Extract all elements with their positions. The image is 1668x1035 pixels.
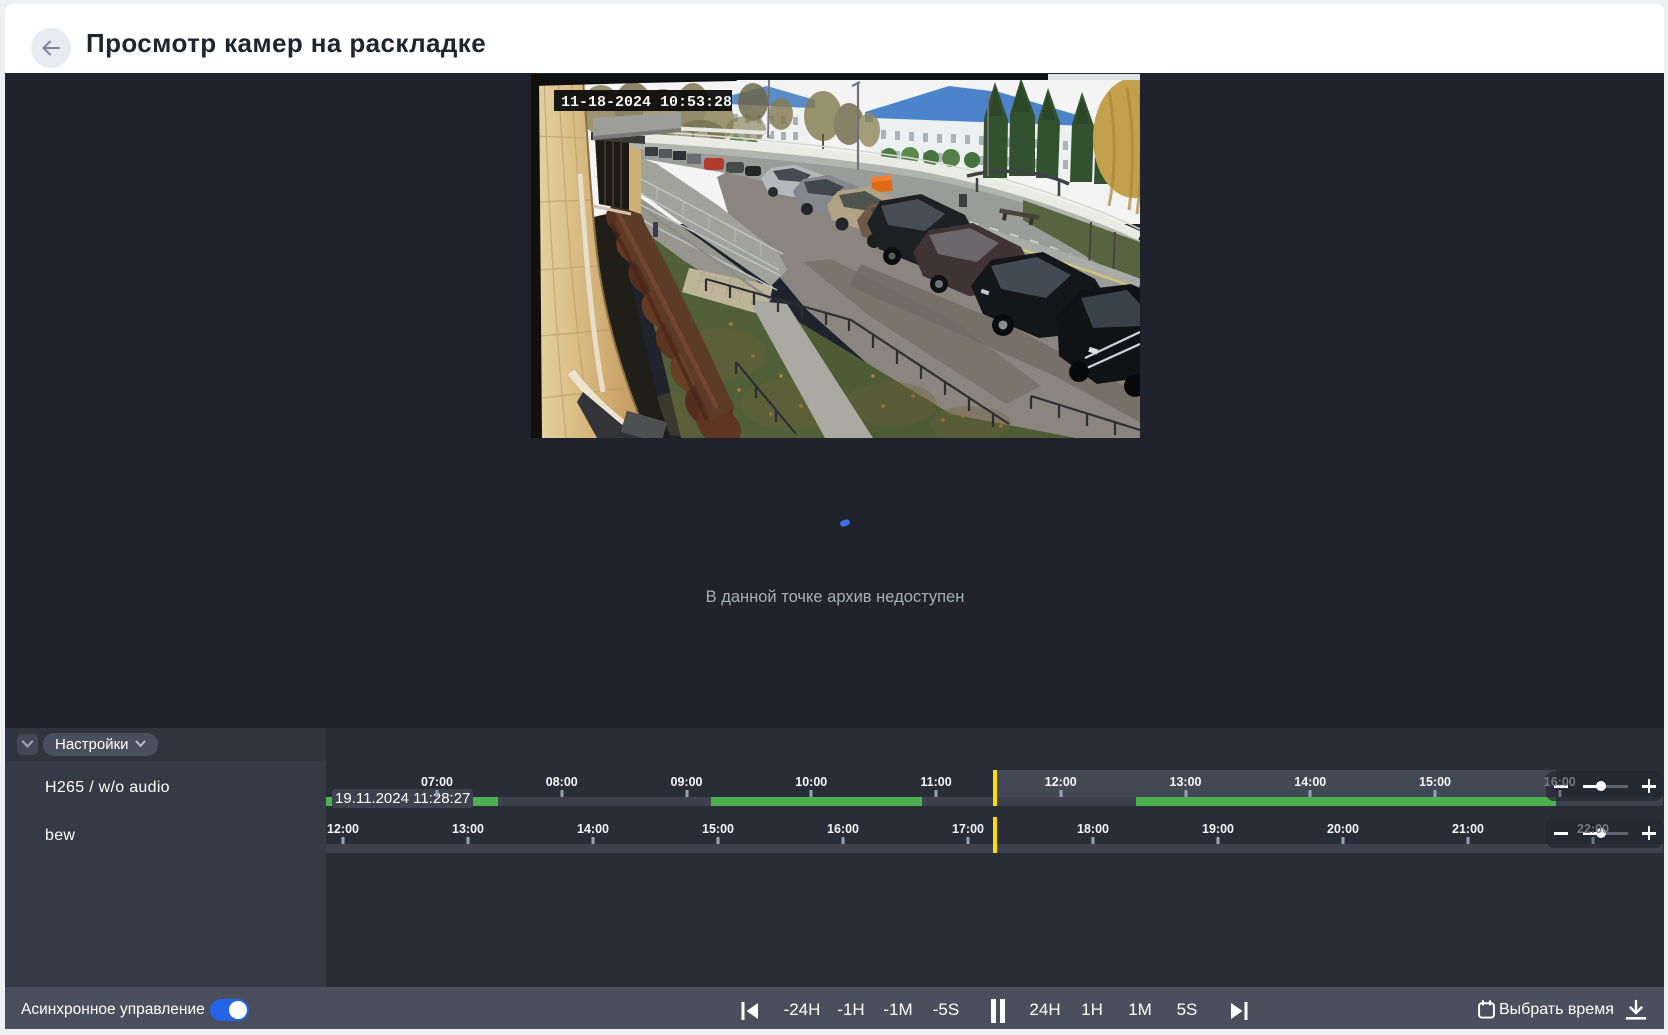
svg-text:11-18-2024 10:53:28: 11-18-2024 10:53:28 (561, 94, 732, 111)
